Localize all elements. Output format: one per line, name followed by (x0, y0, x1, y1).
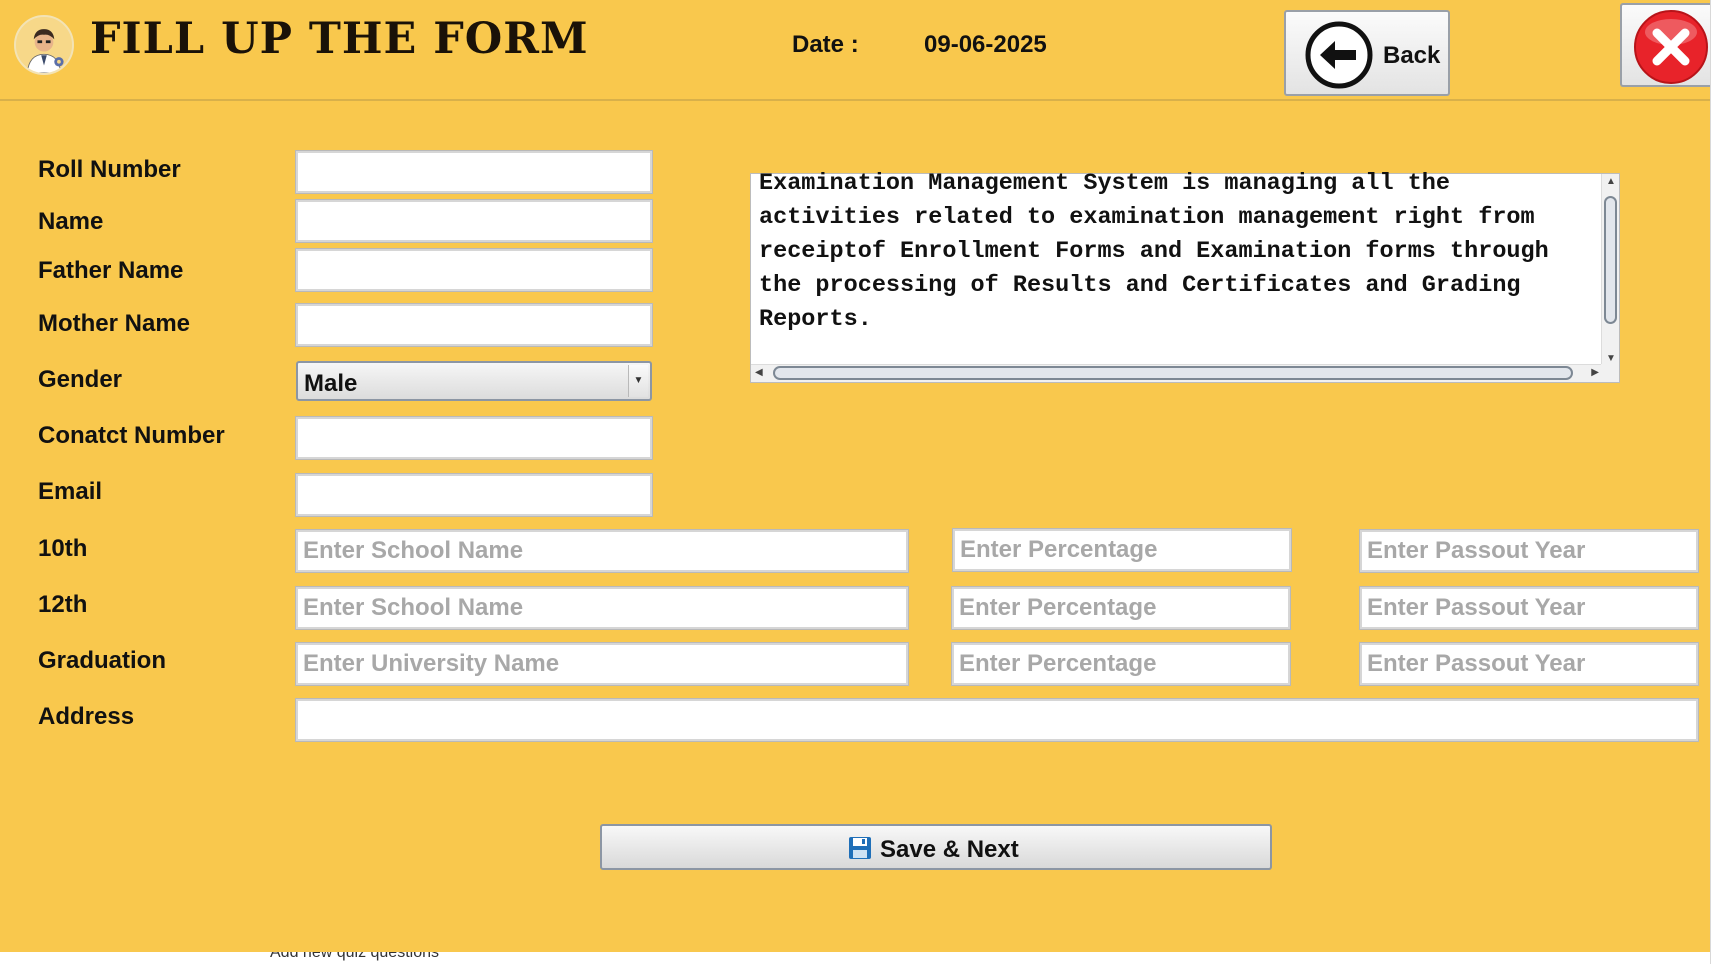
name-input[interactable] (295, 199, 653, 243)
close-button[interactable] (1620, 3, 1710, 87)
label-address: Address (38, 703, 135, 730)
student-avatar-icon (14, 15, 74, 75)
back-button[interactable]: Back (1284, 10, 1450, 96)
label-father-name: Father Name (38, 257, 184, 284)
label-graduation: Graduation (38, 647, 167, 674)
header-divider (0, 99, 1710, 101)
gender-select[interactable]: Male ▼ (296, 361, 652, 401)
label-gender: Gender (38, 366, 123, 393)
mother-name-input[interactable] (295, 303, 653, 347)
save-next-button[interactable]: Save & Next (600, 824, 1272, 870)
gender-selected-value: Male (304, 370, 358, 397)
tenth-passout-year-input[interactable] (1359, 529, 1699, 573)
label-email: Email (38, 478, 103, 505)
graduation-university-input[interactable] (295, 642, 909, 686)
vertical-scrollbar[interactable]: ▲ ▼ (1601, 174, 1619, 366)
scroll-left-arrow-icon[interactable]: ◀ (755, 367, 763, 378)
vertical-scroll-thumb[interactable] (1604, 196, 1617, 324)
description-text: Examination Management System is managin… (759, 170, 1549, 333)
background-window-strip: Add new quiz questions (0, 952, 1710, 964)
father-name-input[interactable] (295, 248, 653, 292)
form-window: FILL UP THE FORM Date : 09-06-2025 Back … (0, 0, 1710, 964)
tenth-school-input[interactable] (295, 529, 909, 573)
red-x-close-icon (1634, 10, 1708, 84)
email-input[interactable] (295, 473, 653, 517)
date-label: Date : (792, 31, 859, 58)
scroll-down-arrow-icon[interactable]: ▼ (1602, 353, 1620, 364)
background-window-text: Add new quiz questions (270, 952, 439, 961)
tenth-percentage-input[interactable] (952, 528, 1292, 572)
chevron-down-icon[interactable]: ▼ (628, 365, 648, 397)
twelfth-passout-year-input[interactable] (1359, 586, 1699, 630)
contact-number-input[interactable] (295, 416, 653, 460)
label-12th: 12th (38, 591, 88, 618)
label-10th: 10th (38, 535, 88, 562)
description-textarea[interactable]: Examination Management System is managin… (750, 170, 1620, 383)
scroll-corner (1601, 364, 1619, 382)
scroll-right-arrow-icon[interactable]: ▶ (1591, 367, 1599, 378)
save-next-label: Save & Next (880, 836, 1019, 863)
label-mother-name: Mother Name (38, 310, 191, 337)
date-value: 09-06-2025 (924, 31, 1047, 58)
scroll-up-arrow-icon[interactable]: ▲ (1602, 176, 1620, 187)
address-input[interactable] (295, 698, 1699, 742)
graduation-percentage-input[interactable] (951, 642, 1291, 686)
label-name: Name (38, 208, 104, 235)
page-title: FILL UP THE FORM (90, 14, 589, 64)
roll-number-input[interactable] (295, 150, 653, 194)
horizontal-scroll-thumb[interactable] (773, 366, 1573, 380)
window-edge (1710, 0, 1722, 964)
arrow-left-circle-icon (1305, 21, 1373, 89)
label-contact-number: Conatct Number (38, 422, 225, 449)
graduation-passout-year-input[interactable] (1359, 642, 1699, 686)
twelfth-school-input[interactable] (295, 586, 909, 630)
back-label: Back (1383, 42, 1441, 69)
label-roll-number: Roll Number (38, 156, 181, 183)
twelfth-percentage-input[interactable] (951, 586, 1291, 630)
floppy-disk-icon (849, 837, 871, 859)
horizontal-scrollbar[interactable]: ◀ ▶ (751, 364, 1603, 382)
